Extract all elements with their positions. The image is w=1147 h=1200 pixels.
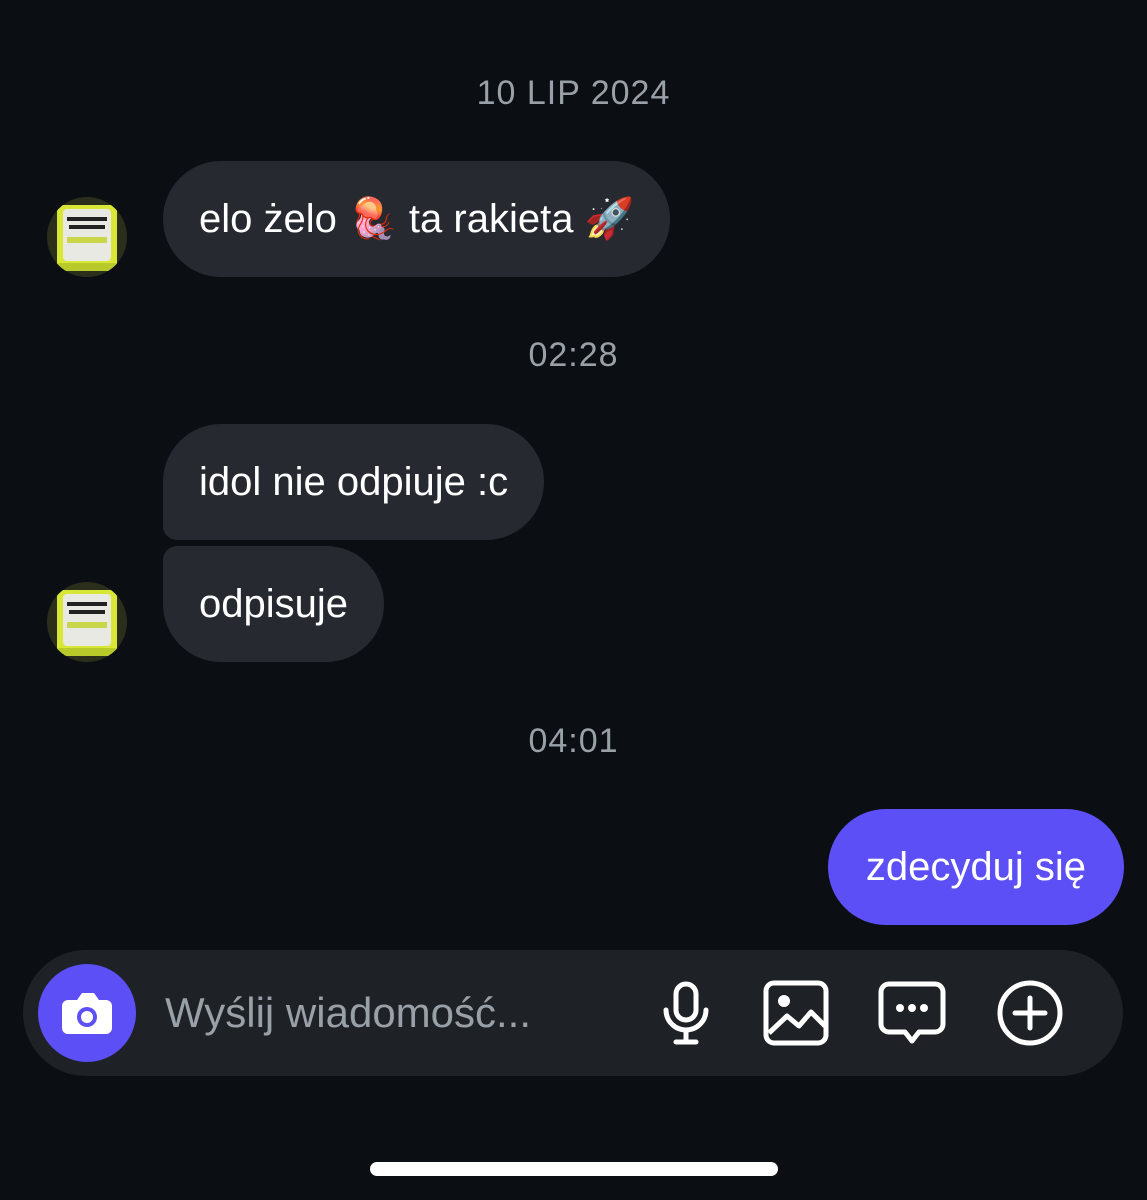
sticker-chat-icon[interactable]: [877, 978, 947, 1048]
plus-circle-icon[interactable]: [995, 978, 1065, 1048]
message-text: odpisuje: [199, 582, 349, 626]
gallery-icon[interactable]: [761, 978, 831, 1048]
timestamp-time: 02:28: [528, 336, 619, 374]
avatar[interactable]: [47, 197, 127, 277]
chat-screen: 10 LIP 2024 elo żelo 🪼 ta rakieta 🚀 02:2…: [0, 0, 1147, 1200]
message-text: zdecyduj się: [865, 845, 1086, 889]
home-indicator[interactable]: [370, 1162, 778, 1176]
message-composer: Wyślij wiadomość...: [23, 950, 1123, 1076]
message-bubble-outgoing[interactable]: zdecyduj się: [827, 809, 1124, 925]
microphone-icon[interactable]: [651, 978, 721, 1048]
camera-button[interactable]: [38, 964, 136, 1062]
timestamp-time: 04:01: [528, 722, 619, 760]
message-input[interactable]: Wyślij wiadomość...: [165, 950, 531, 1076]
message-bubble-incoming[interactable]: elo żelo 🪼 ta rakieta 🚀: [163, 161, 671, 277]
camera-icon: [62, 993, 112, 1034]
message-text: elo żelo 🪼 ta rakieta 🚀: [199, 197, 635, 241]
message-bubble-incoming[interactable]: idol nie odpiuje :c: [163, 424, 545, 540]
timestamp-date: 10 LIP 2024: [476, 74, 671, 112]
avatar-image: [47, 197, 127, 277]
message-text: idol nie odpiuje :c: [199, 460, 509, 504]
avatar[interactable]: [47, 582, 127, 662]
avatar-image: [47, 582, 127, 662]
message-bubble-incoming[interactable]: odpisuje: [163, 546, 385, 662]
